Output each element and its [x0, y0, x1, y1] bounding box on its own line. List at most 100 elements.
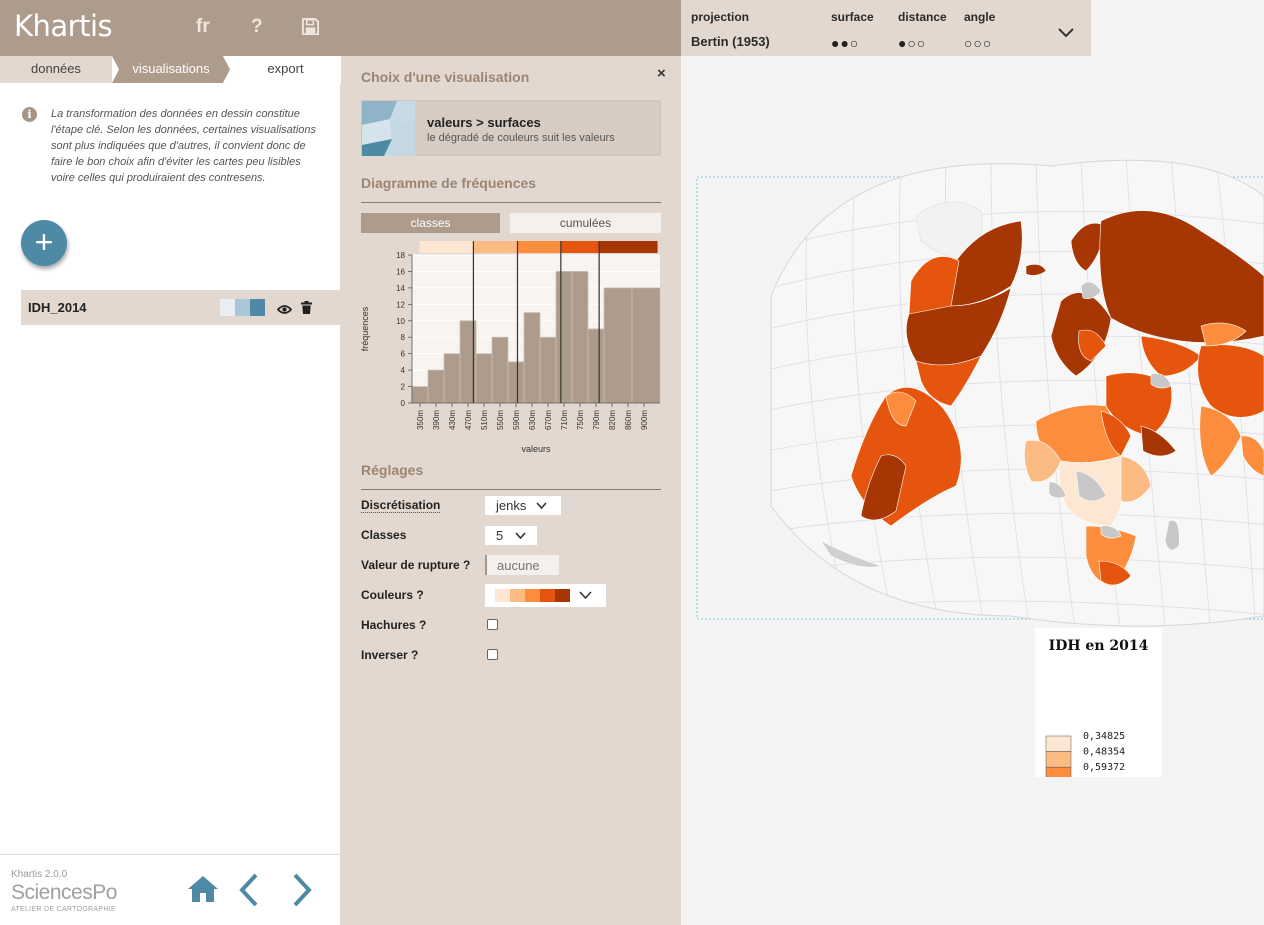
tab-donnees[interactable]: données — [0, 56, 112, 83]
inverser-checkbox[interactable] — [487, 649, 498, 660]
histogram-bar — [539, 336, 557, 404]
eye-icon — [276, 305, 293, 314]
hachures-checkbox[interactable] — [487, 619, 498, 630]
visualisation-thumbnail — [362, 101, 415, 156]
histogram-bar — [427, 369, 445, 404]
map-legend[interactable]: IDH en 2014 0,348250,483540,593720,70209… — [1035, 628, 1162, 777]
class-band — [473, 241, 518, 253]
visibility-toggle[interactable] — [276, 302, 293, 320]
layer-swatch — [220, 299, 235, 316]
palette-swatch — [555, 589, 570, 602]
info-text: La transformation des données en dessin … — [51, 108, 317, 184]
distance-rating: ●○○ — [898, 35, 927, 51]
classes-select[interactable]: 5 — [485, 526, 537, 545]
divider — [361, 489, 661, 490]
y-tick-label: 10 — [396, 317, 405, 326]
save-button[interactable] — [301, 17, 320, 42]
palette-swatches — [495, 589, 570, 602]
help-button[interactable]: ? — [251, 16, 263, 38]
version-label: Khartis 2.0.0 — [11, 869, 68, 880]
surface-rating: ●●○ — [831, 35, 860, 51]
discretisation-label: Discrétisation — [361, 498, 441, 513]
x-tick-label: 710m — [560, 410, 569, 430]
y-tick-label: 8 — [401, 333, 406, 342]
projection-bar: projection Bertin (1953) surface ●●○ dis… — [681, 0, 1091, 56]
x-tick-label: 350m — [416, 410, 425, 430]
tab-cumulees[interactable]: cumulées — [510, 213, 661, 233]
inverser-label: Inverser ? — [361, 648, 419, 662]
histogram-bar — [475, 353, 493, 404]
color-palette-select[interactable] — [485, 584, 606, 607]
legend-value: 0,59372 — [1083, 762, 1125, 773]
brand-subtitle: ATELIER DE CARTOGRAPHIE — [11, 906, 116, 913]
histogram-bar — [411, 386, 429, 404]
home-button[interactable] — [187, 875, 219, 908]
histogram-bar — [571, 271, 589, 404]
step-tabs: données visualisations export — [0, 56, 341, 83]
left-panel: données visualisations export i La trans… — [0, 56, 341, 925]
app-logo[interactable]: Khartis — [14, 9, 113, 43]
next-button[interactable] — [291, 873, 313, 912]
histogram-bar — [555, 271, 573, 404]
palette-swatch — [510, 589, 525, 602]
chevron-down-icon — [1058, 28, 1074, 38]
class-band — [599, 241, 658, 253]
legend-swatch — [1045, 766, 1072, 777]
legend-swatch — [1045, 751, 1072, 768]
previous-button[interactable] — [238, 873, 260, 912]
tab-visualisations[interactable]: visualisations — [112, 56, 230, 83]
classes-label: Classes — [361, 528, 407, 542]
histogram-bar — [443, 353, 461, 404]
layer-swatch — [235, 299, 250, 316]
rupture-input[interactable] — [485, 555, 559, 575]
close-icon[interactable]: × — [657, 65, 666, 82]
divider — [361, 202, 661, 203]
projection-value[interactable]: Bertin (1953) — [691, 34, 770, 49]
projection-toggle-button[interactable] — [1057, 26, 1075, 44]
language-button[interactable]: fr — [196, 16, 210, 38]
y-tick-label: 16 — [396, 267, 405, 276]
histogram-bar — [523, 312, 541, 404]
couleurs-label: Couleurs ? — [361, 588, 424, 602]
x-axis-label: valeurs — [521, 444, 551, 454]
y-tick-label: 18 — [396, 251, 405, 260]
class-band — [517, 241, 561, 253]
map-view[interactable]: IDH en 2014 0,348250,483540,593720,70209… — [681, 56, 1264, 925]
x-tick-label: 900m — [640, 410, 649, 430]
y-axis-label: fréquences — [360, 306, 370, 351]
y-tick-label: 6 — [401, 350, 406, 359]
header-bar: Khartis fr ? — [0, 0, 681, 56]
visualisation-choice-card[interactable]: valeurs > surfaces le dégradé de couleur… — [361, 100, 661, 156]
projection-label: projection — [691, 10, 750, 24]
histogram-title: Diagramme de fréquences — [361, 175, 537, 191]
arrow-left-icon — [239, 873, 258, 907]
chevron-down-icon — [536, 502, 547, 510]
y-tick-label: 0 — [401, 399, 406, 408]
chevron-down-icon — [515, 532, 526, 540]
layer-item[interactable]: IDH_2014 — [21, 290, 341, 325]
class-band — [560, 241, 600, 253]
arrow-right-icon — [293, 873, 312, 907]
discretisation-select[interactable]: jenks — [485, 496, 561, 515]
hachures-label: Hachures ? — [361, 618, 427, 632]
rupture-label: Valeur de rupture ? — [361, 558, 471, 572]
x-tick-label: 550m — [496, 410, 505, 430]
world-map[interactable] — [681, 56, 1264, 925]
x-tick-label: 790m — [592, 410, 601, 430]
y-tick-label: 4 — [401, 366, 406, 375]
legend-value: 0,34825 — [1083, 731, 1125, 742]
palette-swatch — [525, 589, 540, 602]
x-tick-label: 470m — [464, 410, 473, 430]
delete-layer-button[interactable] — [301, 301, 312, 319]
layer-color-swatches — [220, 299, 265, 316]
tab-export[interactable]: export — [230, 56, 341, 83]
info-icon: i — [22, 107, 37, 122]
settings-title: Réglages — [361, 462, 424, 478]
add-layer-button[interactable]: + — [21, 220, 67, 266]
legend-scale: 0,348250,483540,593720,702090,797870,943… — [1045, 731, 1125, 777]
tab-classes[interactable]: classes — [361, 213, 500, 233]
angle-label: angle — [964, 10, 996, 24]
chevron-down-icon — [579, 591, 592, 600]
save-icon — [301, 17, 320, 36]
y-tick-label: 12 — [396, 300, 405, 309]
